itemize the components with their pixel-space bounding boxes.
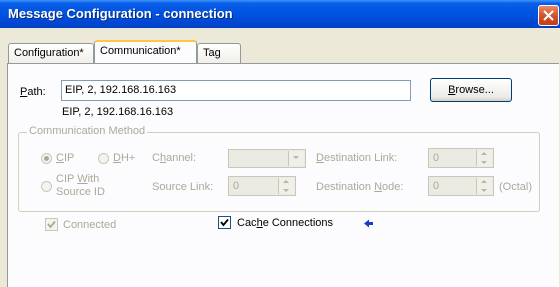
octal-label: (Octal) xyxy=(499,181,532,193)
cip-with-source-line1: CIP With xyxy=(56,173,100,185)
cip-with-source-id-radio[interactable] xyxy=(41,181,52,192)
tab-configuration[interactable]: Configuration* xyxy=(8,43,94,63)
title-bar[interactable]: Message Configuration - connection xyxy=(0,0,560,28)
cip-radio-label: CIP xyxy=(56,152,75,164)
destination-node-spinner[interactable]: 0 xyxy=(428,176,494,196)
chevron-down-icon xyxy=(293,156,299,159)
destination-link-spin-buttons[interactable] xyxy=(476,150,492,166)
destination-link-label: Destination Link: xyxy=(316,152,398,164)
destination-link-spinner[interactable]: 0 xyxy=(428,148,494,168)
message-configuration-window: Message Configuration - connection Confi… xyxy=(0,0,560,287)
browse-button-label: Browse... xyxy=(448,84,494,96)
destination-node-label: Destination Node: xyxy=(316,181,404,193)
close-button[interactable] xyxy=(538,5,559,26)
source-link-spin-buttons[interactable] xyxy=(278,178,294,194)
dhplus-radio[interactable] xyxy=(98,153,109,164)
path-input-value: EIP, 2, 192.168.16.163 xyxy=(65,84,177,96)
tab-tag-label: Tag xyxy=(203,47,221,59)
destination-node-spin-buttons[interactable] xyxy=(476,178,492,194)
resolved-path: EIP, 2, 192.168.16.163 xyxy=(62,106,174,118)
communication-method-legend: Communication Method xyxy=(27,125,148,137)
path-label: Path: xyxy=(20,86,46,98)
tab-tag[interactable]: Tag xyxy=(197,43,241,63)
tab-communication[interactable]: Communication* xyxy=(94,40,197,63)
source-link-spinner[interactable]: 0 xyxy=(228,176,296,196)
cache-connections-checkbox[interactable] xyxy=(218,216,231,229)
dhplus-radio-label: DH+ xyxy=(113,152,136,164)
channel-select[interactable] xyxy=(228,149,306,168)
browse-button[interactable]: Browse... xyxy=(430,78,512,102)
cip-with-source-line2: Source ID xyxy=(56,186,105,198)
close-icon xyxy=(543,10,554,21)
source-link-value: 0 xyxy=(233,180,240,192)
destination-link-value: 0 xyxy=(433,152,440,164)
path-input[interactable]: EIP, 2, 192.168.16.163 xyxy=(61,80,411,101)
window-title: Message Configuration - connection xyxy=(8,6,233,21)
communication-method-group xyxy=(18,132,540,212)
connected-checkbox[interactable] xyxy=(45,218,58,231)
cache-connections-label: Cache Connections xyxy=(237,217,334,229)
tab-communication-label: Communication* xyxy=(100,45,181,57)
source-link-label: Source Link: xyxy=(152,181,214,193)
channel-dropdown-button[interactable] xyxy=(288,151,304,166)
channel-label: Channel: xyxy=(152,152,197,164)
tab-configuration-label: Configuration* xyxy=(14,47,84,59)
arrow-left-icon xyxy=(364,219,373,228)
checkmark-icon xyxy=(47,220,56,229)
connected-label: Connected xyxy=(63,219,117,231)
cip-radio[interactable] xyxy=(41,153,52,164)
destination-node-value: 0 xyxy=(433,180,440,192)
checkmark-icon xyxy=(220,218,229,227)
